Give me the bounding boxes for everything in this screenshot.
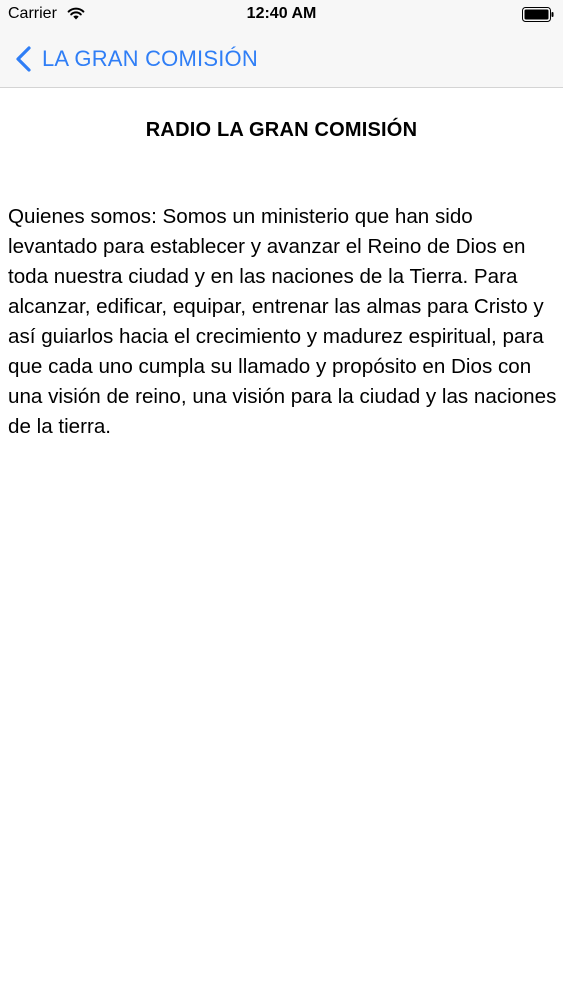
screen: Carrier 12:40 AM LA GRAN COMISIÓN RADIO … xyxy=(0,0,563,1000)
status-bar: Carrier 12:40 AM xyxy=(0,0,563,30)
page-title: RADIO LA GRAN COMISIÓN xyxy=(145,119,418,141)
back-button[interactable]: LA GRAN COMISIÓN xyxy=(14,42,258,76)
battery-icon xyxy=(522,7,554,22)
chevron-left-icon xyxy=(16,46,31,72)
navigation-bar: LA GRAN COMISIÓN xyxy=(0,30,563,88)
about-text: Quienes somos: Somos un ministerio que h… xyxy=(8,205,557,438)
status-time: 12:40 AM xyxy=(246,5,317,22)
back-button-label: LA GRAN COMISIÓN xyxy=(42,46,258,71)
